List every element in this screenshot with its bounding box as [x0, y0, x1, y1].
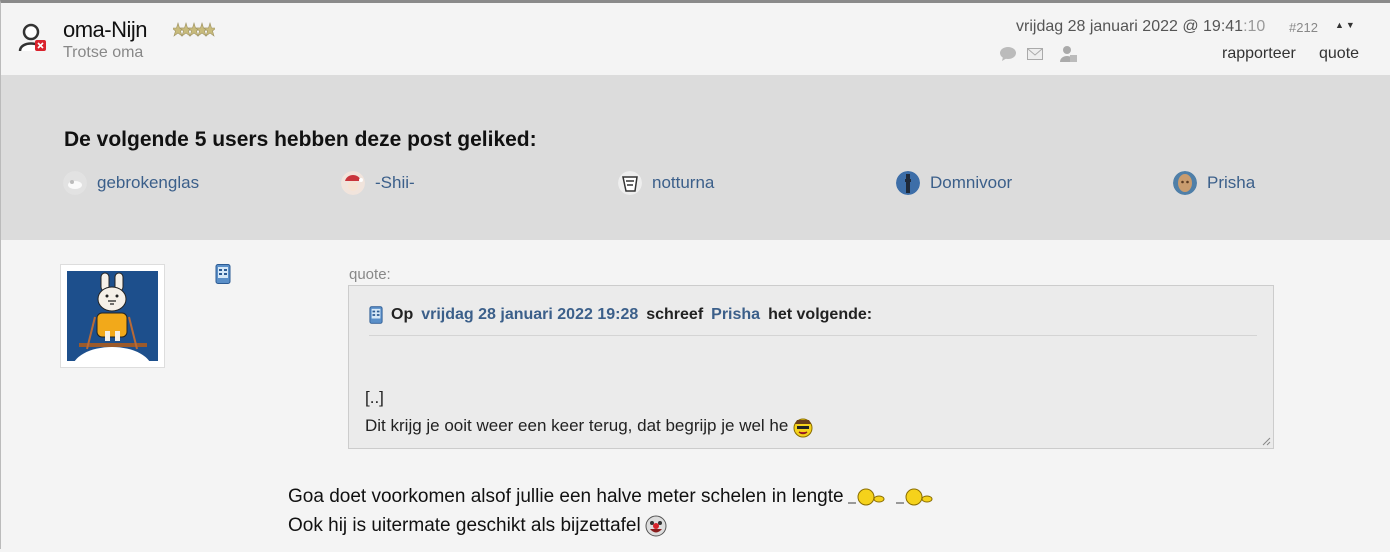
liker-shii[interactable]: -Shii- — [341, 171, 415, 195]
post-line-1: Goa doet voorkomen alsof jullie een halv… — [288, 482, 940, 511]
quote-line-2-text: Dit krijg je ooit weer een keer terug, d… — [365, 416, 789, 435]
post-text: Goa doet voorkomen alsof jullie een halv… — [288, 482, 940, 540]
avatar — [896, 171, 920, 195]
up-down-arrows-icon[interactable]: ▲▼ — [1335, 20, 1357, 30]
mobile-device-icon — [369, 306, 383, 324]
post-date-main: vrijdag 28 januari 2022 @ 19:41 — [1016, 18, 1244, 35]
post-container: oma-Nijn Trotse oma vrijdag 28 januari 2… — [0, 0, 1390, 552]
likes-panel: De volgende 5 users hebben deze post gel… — [1, 75, 1390, 240]
liker-domnivoor[interactable]: Domnivoor — [896, 171, 1012, 195]
post-date-seconds: :10 — [1243, 18, 1266, 35]
likes-title: De volgende 5 users hebben deze post gel… — [64, 128, 537, 151]
liker-name: -Shii- — [375, 173, 415, 192]
quote-link[interactable]: quote — [1319, 45, 1359, 63]
quote-line-1: [..] — [365, 388, 384, 407]
liker-name: gebrokenglas — [97, 173, 200, 192]
quote-middle: schreef — [646, 306, 704, 323]
liker-gebrokenglas[interactable]: gebrokenglas — [63, 171, 199, 195]
avatar — [618, 171, 642, 195]
quote-line-2: Dit krijg je ooit weer een keer terug, d… — [365, 412, 814, 440]
username[interactable]: oma-Nijn — [63, 17, 148, 43]
avatar — [63, 171, 87, 195]
avatar — [1173, 171, 1197, 195]
post-number[interactable]: #212 — [1289, 20, 1318, 35]
chat-bubble-icon[interactable] — [999, 46, 1017, 62]
quote-prefix: Op — [391, 306, 414, 323]
user-title: Trotse oma — [63, 44, 144, 61]
avatar-image — [67, 271, 158, 391]
lying-smiley-icon — [847, 488, 885, 506]
post-avatar[interactable] — [60, 264, 165, 391]
report-link[interactable]: rapporteer — [1222, 45, 1296, 63]
liker-prisha[interactable]: Prisha — [1173, 171, 1255, 195]
liker-notturna[interactable]: notturna — [618, 171, 714, 195]
mobile-device-icon — [215, 264, 231, 284]
resize-grip-icon[interactable] — [1261, 436, 1271, 446]
liker-name: Prisha — [1207, 173, 1256, 192]
liker-name: notturna — [652, 173, 715, 192]
liker-name: Domnivoor — [930, 173, 1013, 192]
rank-stars-icon — [173, 21, 215, 37]
post-line-1-text: Goa doet voorkomen alsof jullie een halv… — [288, 486, 844, 507]
quote-suffix: het volgende: — [768, 306, 873, 323]
quote-text: [..] Dit krijg je ooit weer een keer ter… — [365, 384, 814, 440]
mail-icon[interactable] — [1027, 47, 1043, 61]
post-body: quote: Op vrijdag 28 januari 2022 19:28 … — [1, 240, 1390, 552]
user-status-icon[interactable] — [17, 21, 49, 53]
quote-box: Op vrijdag 28 januari 2022 19:28 schreef… — [348, 285, 1274, 449]
quote-author-link[interactable]: Prisha — [711, 306, 760, 324]
post-header: oma-Nijn Trotse oma vrijdag 28 januari 2… — [1, 3, 1390, 75]
post-action-icons — [999, 45, 1089, 63]
quote-header: Op vrijdag 28 januari 2022 19:28 schreef… — [369, 306, 1257, 336]
clown-smiley-icon — [645, 515, 667, 537]
post-line-2-text: Ook hij is uitermate geschikt als bijzet… — [288, 515, 641, 536]
pirate-smiley-icon — [793, 418, 813, 438]
user-profile-icon[interactable] — [1059, 45, 1089, 63]
lying-smiley-icon — [895, 488, 933, 506]
post-date: vrijdag 28 januari 2022 @ 19:41:10 — [1016, 18, 1265, 36]
quote-date-link[interactable]: vrijdag 28 januari 2022 19:28 — [421, 306, 638, 324]
quote-label: quote: — [349, 266, 391, 283]
post-line-2: Ook hij is uitermate geschikt als bijzet… — [288, 511, 940, 540]
avatar — [341, 171, 365, 195]
